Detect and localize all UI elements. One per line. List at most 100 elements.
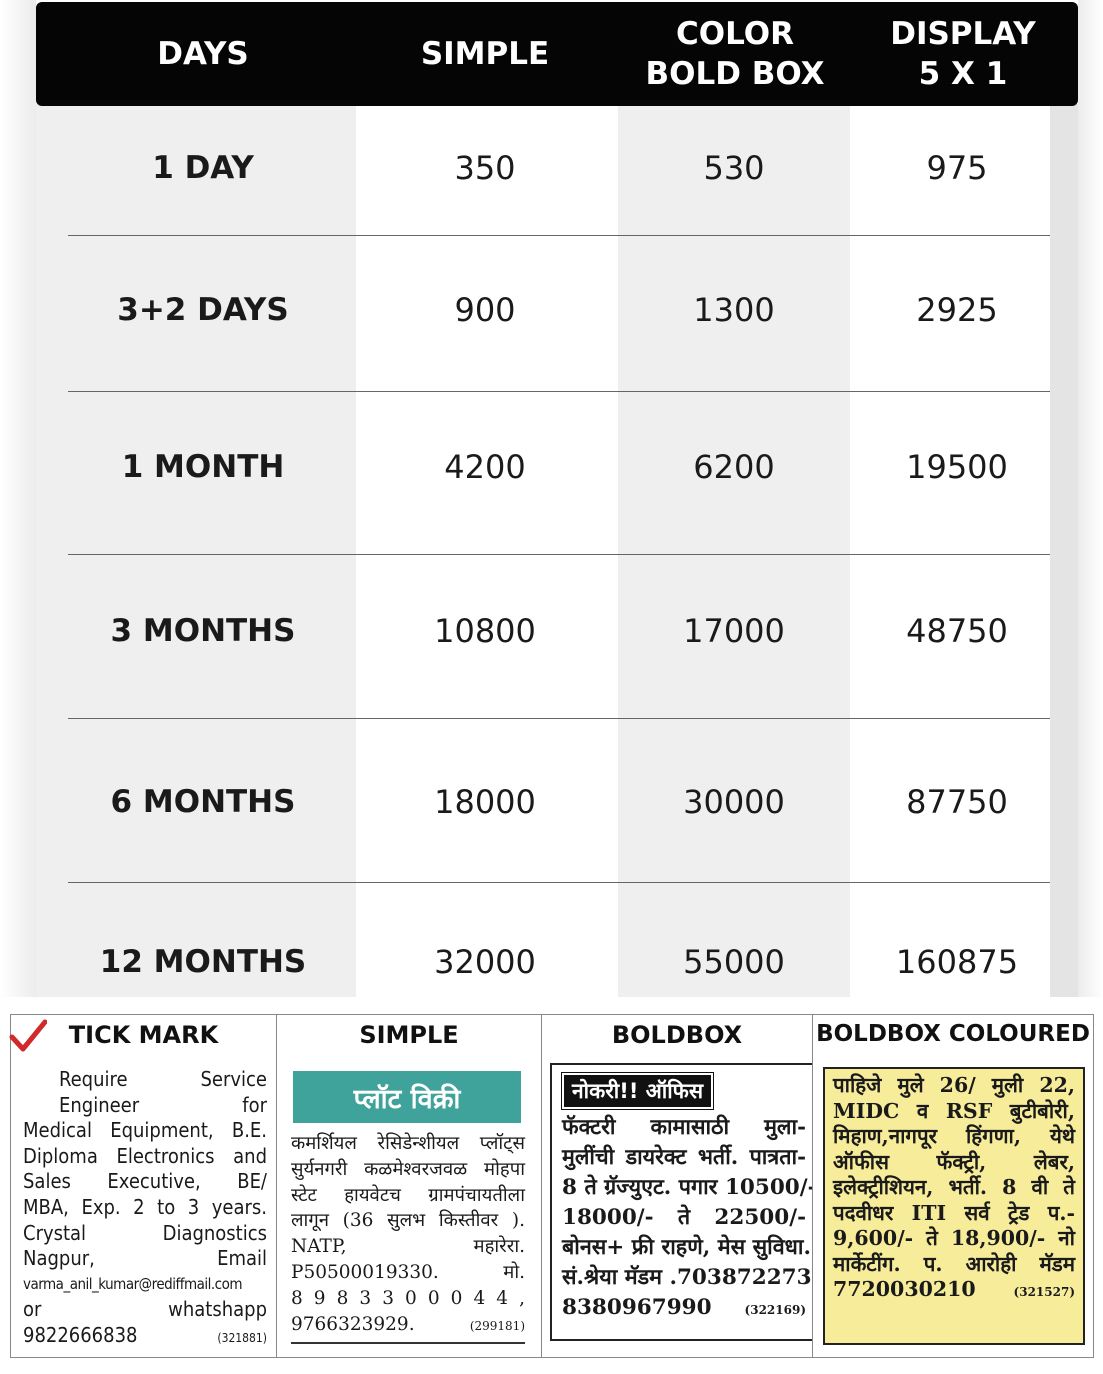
row-1-simple: 350 [454, 149, 516, 187]
ad-line: सुर्यनगरी कळमेश्वरजवळ मोहपा [291, 1158, 525, 1180]
left-shadow [0, 0, 36, 997]
coloured-box: पाहिजे मुले 26/ मुली 22, MIDC व RSF बुटी… [823, 1067, 1085, 1345]
header-color-bold-box: COLOR BOLD BOX [604, 2, 866, 106]
bold-box-column-bg [618, 104, 850, 997]
boldbox-ad-body: फॅक्टरी कामासाठी मुला- मुलींची डायरेक्ट … [562, 1113, 835, 1325]
row-6-simple: 32000 [434, 943, 536, 981]
ad-line: मार्केटींग. प. आरोही मॅडम [833, 1251, 1075, 1276]
ad-line: Crystal Diagnostics [23, 1220, 267, 1245]
ad-rule [291, 1342, 525, 1344]
ad-line: Sales Executive, BE/ [23, 1169, 267, 1194]
ad-line: बोनस+ फ्री राहणे, मेस सुविधा. [562, 1235, 811, 1260]
ad-line: मिहाण,नागपूर हिंगणा, येथे [833, 1124, 1075, 1148]
ad-code: (321527) [1013, 1285, 1075, 1299]
row-6-days: 12 MONTHS [99, 944, 307, 980]
sample-title: TICK MARK [68, 1021, 219, 1049]
ad-badge: नोकरी!! ऑफिस [560, 1072, 715, 1110]
header-days: DAYS [36, 2, 370, 106]
sample-tick-mark: TICK MARK Require Service Engineer for M… [9, 1014, 277, 1358]
sample-title: SIMPLE [359, 1021, 459, 1049]
row-divider [68, 235, 1050, 236]
header-display-line: DISPLAY [890, 16, 1036, 52]
boldbox-coloured-ad-body: पाहिजे मुले 26/ मुली 22, MIDC व RSF बुटी… [833, 1073, 1075, 1306]
ad-line: 9,600/- ते 18,900/- नो [833, 1226, 1075, 1250]
ad-line: ऑफीस फॅक्ट्री, लेबर, [833, 1149, 1075, 1174]
ad-line: पदवीधर ITI सर्व ट्रेड प.- [833, 1200, 1075, 1225]
ad-line: लागून (36 सुलभ किस्तीवर ). [291, 1210, 525, 1232]
ad-phone-line: 7720030210 (321527) [833, 1277, 1075, 1306]
row-6-bold-box: 55000 [683, 943, 785, 981]
sample-title: BOLDBOX [611, 1021, 743, 1049]
header-display: DISPLAY 5 X 1 [848, 2, 1078, 106]
ad-phone: 9822666838 [23, 1322, 138, 1347]
ad-line: Diploma Electronics and [23, 1143, 267, 1168]
header-days-label: DAYS [157, 36, 249, 72]
row-2-bold-box: 1300 [693, 291, 775, 329]
sample-boldbox-coloured: BOLDBOX COLOURED पाहिजे मुले 26/ मुली 22… [812, 1014, 1094, 1358]
row-2-simple: 900 [454, 291, 516, 329]
ad-code: (299181) [469, 1318, 525, 1333]
row-6-display: 160875 [895, 943, 1019, 981]
rate-table: DAYS SIMPLE COLOR BOLD BOX DISPLAY 5 X 1… [36, 0, 1078, 997]
row-5-simple: 18000 [434, 783, 536, 821]
ad-line: or whatshapp [23, 1297, 267, 1322]
ad-samples: TICK MARK Require Service Engineer for M… [9, 1014, 1094, 1358]
ad-code: (321881) [217, 1330, 267, 1345]
row-3-simple: 4200 [444, 448, 526, 486]
simple-ad-body: कमर्शियल रेसिडेन्शीयल प्लॉट्स सुर्यनगरी … [291, 1131, 525, 1339]
table-header: DAYS SIMPLE COLOR BOLD BOX DISPLAY 5 X 1 [36, 2, 1078, 106]
header-simple: SIMPLE [370, 2, 600, 106]
days-column-bg [36, 104, 356, 997]
boldbox-frame: नोकरी!! ऑफिस फॅक्टरी कामासाठी मुला- मुली… [550, 1063, 835, 1341]
header-bold-box-line: BOLD BOX [645, 56, 825, 92]
ad-line: NATP, महारेरा. [291, 1236, 525, 1258]
row-1-days: 1 DAY [152, 150, 254, 186]
row-4-display: 48750 [906, 612, 1008, 650]
ad-email: varma_anil_kumar@rediffmail.com [23, 1274, 243, 1293]
row-5-days: 6 MONTHS [110, 784, 296, 820]
sample-title: BOLDBOX COLOURED [816, 1021, 1090, 1047]
row-divider [68, 882, 1050, 883]
ad-phone: 7720030210 [833, 1277, 976, 1301]
ad-phone-line: 8380967990 (322169) [562, 1293, 806, 1325]
row-4-simple: 10800 [434, 612, 536, 650]
display-column-bg [850, 104, 1050, 997]
ad-line: Medical Equipment, B.E. [23, 1118, 267, 1143]
row-divider [68, 554, 1050, 555]
row-2-display: 2925 [916, 291, 998, 329]
checkmark-icon [9, 1019, 47, 1052]
ad-line: फॅक्टरी कामासाठी मुला- [562, 1115, 806, 1140]
ad-line: 18000/- ते 22500/- [562, 1205, 806, 1230]
header-size-line: 5 X 1 [918, 56, 1008, 92]
ad-line: कमर्शियल रेसिडेन्शीयल प्लॉट्स [291, 1133, 525, 1154]
tick-mark-ad-body: Require Service Engineer for Medical Equ… [23, 1067, 267, 1352]
sample-simple: SIMPLE प्लॉट विक्री कमर्शियल रेसिडेन्शीय… [276, 1014, 542, 1358]
ad-line: पाहिजे मुले 26/ मुली 22, [833, 1073, 1075, 1097]
ad-line: 8 ते ग्रॅज्युएट. पगार 10500/-, [562, 1175, 824, 1200]
ad-banner: प्लॉट विक्री [293, 1071, 521, 1123]
ad-line: Engineer for [59, 1092, 267, 1117]
ad-phone-line: 9766323929. (299181) [291, 1312, 525, 1340]
row-3-days: 1 MONTH [121, 449, 285, 485]
sample-boldbox: BOLDBOX नोकरी!! ऑफिस फॅक्टरी कामासाठी मु… [541, 1014, 835, 1358]
ad-code: (322169) [744, 1303, 806, 1317]
ad-phone: 8380967990 [562, 1295, 712, 1320]
ad-line: मुलींची डायरेक्ट भर्ती. पात्रता- [562, 1145, 806, 1170]
ad-line: MBA, Exp. 2 to 3 years. [23, 1194, 267, 1219]
ad-line: MIDC व RSF बुटीबोरी, [833, 1098, 1075, 1123]
row-1-display: 975 [926, 149, 988, 187]
header-color-line: COLOR [676, 16, 794, 52]
row-3-display: 19500 [906, 448, 1008, 486]
ad-line: P50500019330. मो. [291, 1261, 525, 1283]
right-shadow [1078, 0, 1103, 997]
row-2-days: 3+2 DAYS [117, 292, 289, 328]
ad-line: इलेक्ट्रीशियन, भर्ती. 8 वी ते [833, 1175, 1075, 1199]
row-4-days: 3 MONTHS [110, 613, 296, 649]
ad-line: 8 9 8 3 3 0 0 0 4 4 , [291, 1287, 525, 1309]
row-1-bold-box: 530 [703, 149, 765, 187]
ad-line: सं.श्रेया मॅडम .7038722734, [562, 1265, 835, 1290]
header-simple-label: SIMPLE [420, 36, 550, 72]
simple-column-bg [356, 104, 618, 997]
ad-line: Nagpur, Email [23, 1246, 267, 1271]
table-right-edge [1050, 104, 1078, 997]
